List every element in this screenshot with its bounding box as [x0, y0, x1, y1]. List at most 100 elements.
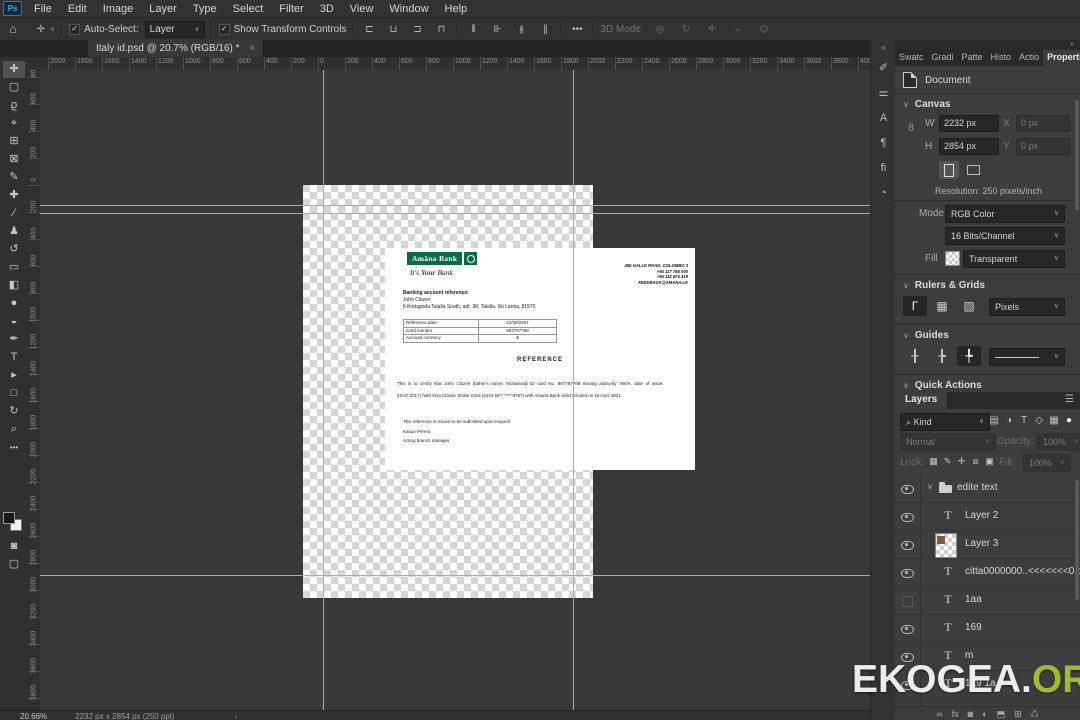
photoshop-logo-icon[interactable]: Ps: [3, 1, 22, 16]
crop-tool[interactable]: ⊞: [3, 133, 25, 150]
quick-actions-section-title[interactable]: ∨ Quick Actions: [903, 380, 982, 391]
layer-mask-icon[interactable]: ◙: [968, 709, 973, 720]
layer-name[interactable]: Layer 3: [965, 538, 998, 549]
panel-tab-gradi[interactable]: Gradi: [928, 50, 958, 66]
align-vertical-centers-icon[interactable]: ⊓: [432, 24, 450, 35]
visibility-well[interactable]: [895, 615, 921, 642]
menu-help[interactable]: Help: [437, 2, 476, 16]
distribute-center-icon[interactable]: ⊪: [488, 24, 506, 35]
filter-shape-layers-icon[interactable]: ◇: [1032, 413, 1046, 428]
layers-scrollbar[interactable]: [1075, 480, 1079, 600]
lock-all-icon[interactable]: ▣: [983, 456, 996, 467]
clear-guides-icon[interactable]: ╄: [957, 346, 981, 366]
path-select-tool[interactable]: ▸: [3, 367, 25, 384]
layer-row[interactable]: T 169: [895, 615, 1080, 643]
3d-pan-icon[interactable]: ✛: [703, 24, 721, 35]
guides-section-title[interactable]: ∨ Guides: [903, 330, 949, 341]
portrait-orientation-button[interactable]: [939, 161, 959, 179]
foreground-color-swatch[interactable]: [3, 512, 15, 524]
height-field[interactable]: 2854 px: [939, 138, 999, 155]
screen-mode-icon[interactable]: ▢: [3, 556, 25, 573]
filter-smart-objects-icon[interactable]: ▦: [1047, 413, 1061, 428]
align-right-edges-icon[interactable]: ⊐: [408, 24, 426, 35]
visibility-well[interactable]: [895, 587, 921, 614]
pen-tool[interactable]: ✒: [3, 331, 25, 348]
menu-edit[interactable]: Edit: [60, 2, 95, 16]
lasso-tool[interactable]: ϱ: [3, 97, 25, 114]
more-options-button[interactable]: •••: [568, 24, 586, 35]
properties-scrollbar[interactable]: [1075, 100, 1079, 210]
eye-icon[interactable]: [901, 625, 914, 634]
vertical-guide[interactable]: [323, 70, 324, 710]
panel-tab-histo[interactable]: Histo: [987, 50, 1016, 66]
home-icon[interactable]: ⌂: [4, 22, 22, 36]
3d-orbit-icon[interactable]: ◎: [651, 24, 669, 35]
layer-row[interactable]: Tcitta0000000..<<<<<<<0 d: [895, 559, 1080, 587]
layer-row[interactable]: Layer 3: [895, 531, 1080, 559]
visibility-well[interactable]: [895, 475, 921, 502]
layer-name[interactable]: 1aa: [965, 594, 982, 605]
layer-row[interactable]: T Layer 2: [895, 503, 1080, 531]
layer-row[interactable]: ∨ edite text: [895, 475, 1080, 503]
layer-thumbnail[interactable]: [935, 533, 957, 558]
link-dimensions-icon[interactable]: 8: [908, 122, 914, 134]
panel-tab-swatc[interactable]: Swatc: [895, 50, 928, 66]
rulers-grids-section-title[interactable]: ∨ Rulers & Grids: [903, 280, 985, 291]
character-panel-icon[interactable]: A: [875, 109, 893, 127]
ruler-toggle-icon[interactable]: Γ: [903, 296, 927, 316]
menu-3d[interactable]: 3D: [312, 2, 342, 16]
eye-icon[interactable]: [901, 513, 914, 522]
collapse-panels-icon[interactable]: »: [1070, 41, 1074, 48]
close-icon[interactable]: ×: [250, 43, 256, 54]
panel-tab-actio[interactable]: Actio: [1015, 50, 1043, 66]
layer-name[interactable]: 169: [965, 622, 982, 633]
link-layers-icon[interactable]: ∞: [936, 709, 942, 720]
guide-style-dropdown[interactable]: ∨: [989, 348, 1065, 366]
lock-position-icon[interactable]: ✛: [955, 456, 968, 467]
visibility-well[interactable]: [895, 503, 921, 530]
align-left-edges-icon[interactable]: ⊏: [360, 24, 378, 35]
chevron-down-icon[interactable]: ∨: [927, 482, 933, 491]
zoom-level-field[interactable]: 20.66%: [20, 712, 47, 720]
quick-mask-icon[interactable]: ◙: [3, 538, 25, 555]
lock-guides-icon[interactable]: ╊: [930, 346, 954, 366]
bit-depth-dropdown[interactable]: 16 Bits/Channel ∨: [945, 227, 1065, 245]
frame-tool[interactable]: ⊠: [3, 151, 25, 168]
tool-options-icon[interactable]: ⚌: [875, 84, 893, 102]
menu-layer[interactable]: Layer: [141, 2, 185, 16]
gradient-tool[interactable]: ◧: [3, 277, 25, 294]
shape-tool[interactable]: □: [3, 385, 25, 402]
blur-tool[interactable]: ●: [3, 295, 25, 312]
horizontal-guide[interactable]: [40, 205, 870, 206]
filter-adjustment-layers-icon[interactable]: ◑: [1002, 413, 1016, 428]
filter-pixel-layers-icon[interactable]: ▤: [987, 413, 1001, 428]
type-tool[interactable]: T: [3, 349, 25, 366]
menu-view[interactable]: View: [342, 2, 382, 16]
new-layer-icon[interactable]: ⊞: [1014, 709, 1022, 720]
eraser-tool[interactable]: ▭: [3, 259, 25, 276]
layer-name[interactable]: Layer 2: [965, 510, 998, 521]
fill-dropdown[interactable]: Transparent ∨: [963, 250, 1065, 268]
show-transform-checkbox[interactable]: ✓: [218, 23, 230, 35]
horizontal-guide[interactable]: [40, 575, 870, 576]
eye-icon[interactable]: [901, 485, 914, 494]
visibility-well[interactable]: [895, 531, 921, 558]
delete-layer-icon[interactable]: ♺: [1031, 709, 1039, 720]
layer-row[interactable]: T 1aa: [895, 587, 1080, 615]
lock-artboard-icon[interactable]: ⧈: [969, 456, 982, 467]
3d-roll-icon[interactable]: ↻: [677, 24, 695, 35]
distribute-spacing-icon[interactable]: ∥: [536, 24, 554, 35]
menu-type[interactable]: Type: [185, 2, 225, 16]
adjustment-layer-icon[interactable]: ◐: [982, 709, 987, 720]
layer-name[interactable]: edite text: [957, 482, 998, 493]
visibility-well[interactable]: [895, 559, 921, 586]
menu-image[interactable]: Image: [95, 2, 142, 16]
menu-window[interactable]: Window: [381, 2, 436, 16]
document-tab[interactable]: Italy id.psd @ 20.7% (RGB/16) * ×: [88, 40, 265, 57]
eye-icon[interactable]: [901, 541, 914, 550]
expand-panels-icon[interactable]: «: [871, 43, 896, 52]
pixel-grid-toggle-icon[interactable]: ▨: [957, 296, 981, 316]
layers-panel-menu-icon[interactable]: ☰: [1059, 392, 1080, 409]
glyphs-panel-icon[interactable]: fi: [875, 159, 893, 177]
clone-source-icon[interactable]: ◔: [875, 184, 893, 202]
